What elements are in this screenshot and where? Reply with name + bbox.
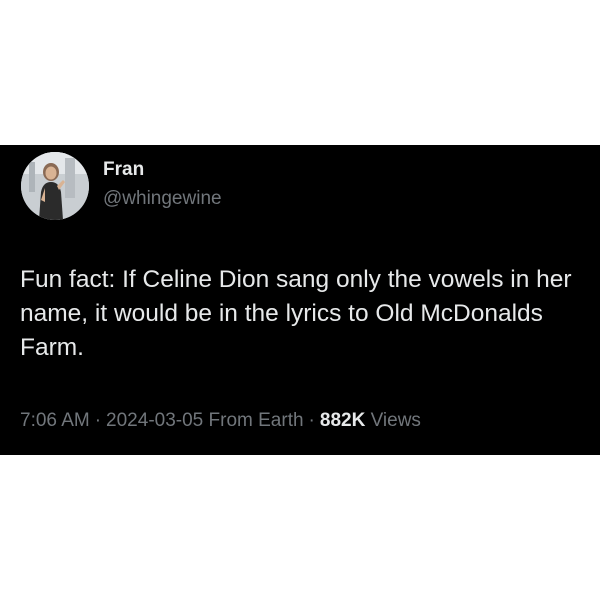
avatar[interactable] — [21, 152, 89, 220]
tweet-date-source[interactable]: 2024-03-05 From Earth — [106, 410, 304, 431]
tweet-header: Fran @whingewine — [21, 152, 222, 220]
tweet-card[interactable]: Fran @whingewine Fun fact: If Celine Dio… — [0, 145, 600, 455]
views-label: Views — [370, 410, 421, 431]
tweet-time[interactable]: 7:06 AM — [20, 410, 90, 431]
meta-separator: · — [308, 410, 315, 431]
page: Fran @whingewine Fun fact: If Celine Dio… — [0, 0, 600, 600]
tweet-text: Fun fact: If Celine Dion sang only the v… — [20, 266, 572, 361]
display-name[interactable]: Fran — [103, 158, 222, 182]
author-names: Fran @whingewine — [103, 158, 222, 211]
views-count[interactable]: 882K — [320, 410, 365, 431]
meta-separator: · — [94, 410, 102, 431]
user-handle[interactable]: @whingewine — [103, 187, 222, 211]
avatar-photo-icon — [21, 152, 89, 220]
tweet-meta: 7:06 AM · 2024-03-05 From Earth · 882K Views — [20, 409, 421, 433]
